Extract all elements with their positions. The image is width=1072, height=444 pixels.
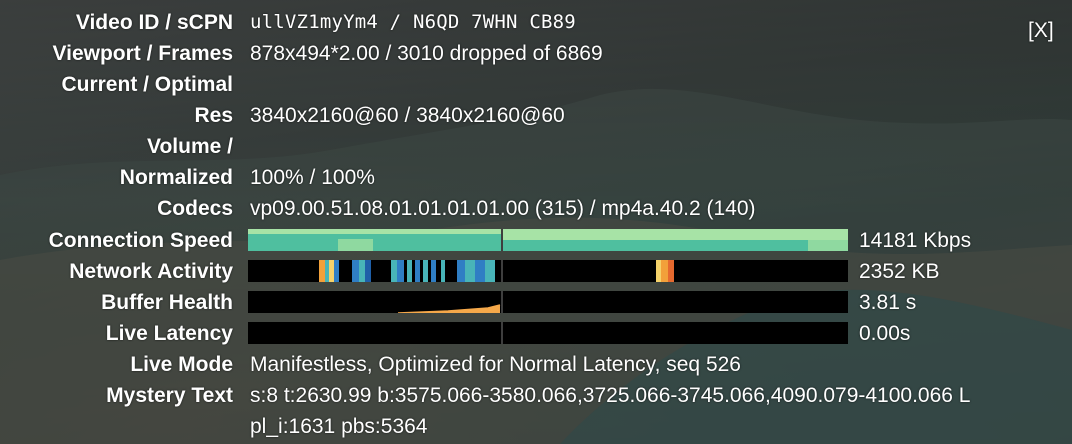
value-mystery-text-line1: s:8 t:2630.99 b:3575.066-3580.066,3725.0…	[250, 384, 971, 407]
row-network-activity: Network Activity 2352 KB	[0, 256, 1072, 287]
speed-bar-right-edge	[808, 240, 848, 251]
label-live-mode: Live Mode	[130, 353, 233, 376]
label-buffer-health: Buffer Health	[101, 291, 233, 314]
net-burst-9	[397, 260, 404, 282]
row-current-optimal: Current / Optimal	[0, 69, 1072, 100]
label-mystery-text: Mystery Text	[106, 384, 233, 407]
net-burst-10	[407, 260, 412, 282]
value-res: 3840x2160@60 / 3840x2160@60	[250, 104, 565, 127]
value-normalized: 100% / 100%	[250, 166, 375, 189]
net-burst-11	[415, 260, 420, 282]
net-burst-12	[423, 260, 428, 282]
row-connection-speed: Connection Speed 14181 Kbps	[0, 225, 1072, 256]
label-connection-speed: Connection Speed	[48, 229, 233, 252]
speed-bar-right-top	[503, 229, 848, 240]
stats-for-nerds-panel: [X] Video ID / sCPN ullVZ1myYm4 / N6QD 7…	[0, 0, 1072, 444]
buffer-health-curve	[397, 304, 501, 313]
label-volume: Volume /	[147, 135, 233, 158]
net-burst-20	[661, 260, 668, 282]
graph-divider	[501, 229, 503, 251]
row-mystery-text: Mystery Text s:8 t:2630.99 b:3575.066-35…	[0, 380, 1072, 411]
live-latency-graph	[248, 322, 848, 344]
row-viewport-frames: Viewport / Frames 878x494*2.00 / 3010 dr…	[0, 38, 1072, 69]
graph-divider	[501, 260, 503, 282]
value-buffer-health: 3.81 s	[859, 291, 917, 314]
graph-divider	[501, 322, 503, 344]
speed-bar-mid	[373, 234, 501, 251]
row-video-id: Video ID / sCPN ullVZ1myYm4 / N6QD 7WHN …	[0, 7, 1072, 38]
value-video-id[interactable]: ullVZ1myYm4 / N6QD 7WHN CB89	[250, 7, 576, 38]
row-live-latency: Live Latency 0.00s	[0, 318, 1072, 349]
value-live-latency: 0.00s	[859, 322, 911, 345]
connection-speed-graph	[248, 229, 848, 251]
value-mystery-text-line2: pl_i:1631 pbs:5364	[250, 415, 428, 438]
net-burst-4	[334, 260, 339, 282]
label-res: Res	[194, 104, 233, 127]
row-res: Res 3840x2160@60 / 3840x2160@60	[0, 100, 1072, 131]
label-video-id: Video ID / sCPN	[75, 11, 233, 34]
net-burst-17	[475, 260, 485, 282]
row-volume: Volume /	[0, 131, 1072, 162]
value-codecs: vp09.00.51.08.01.01.01.01.00 (315) / mp4…	[250, 197, 756, 220]
net-burst-15	[457, 260, 465, 282]
graph-divider	[501, 291, 503, 313]
net-burst-13	[431, 260, 436, 282]
label-network-activity: Network Activity	[69, 260, 233, 283]
label-current-optimal: Current / Optimal	[61, 73, 233, 96]
label-normalized: Normalized	[119, 166, 233, 189]
value-connection-speed: 14181 Kbps	[859, 229, 972, 252]
net-burst-5	[352, 260, 359, 282]
speed-bar-left-light	[338, 239, 373, 251]
net-burst-16	[465, 260, 475, 282]
net-burst-7	[365, 260, 371, 282]
row-live-mode: Live Mode Manifestless, Optimized for No…	[0, 349, 1072, 380]
value-live-mode: Manifestless, Optimized for Normal Laten…	[250, 353, 741, 376]
network-activity-graph	[248, 260, 848, 282]
label-viewport-frames: Viewport / Frames	[52, 42, 233, 65]
label-live-latency: Live Latency	[105, 322, 233, 345]
row-buffer-health: Buffer Health 3.81 s	[0, 287, 1072, 318]
row-normalized: Normalized 100% / 100%	[0, 162, 1072, 193]
net-burst-14	[441, 260, 445, 282]
value-viewport-frames: 878x494*2.00 / 3010 dropped of 6869	[250, 42, 603, 65]
buffer-health-graph	[248, 291, 848, 313]
label-codecs: Codecs	[157, 197, 233, 220]
net-burst-18	[485, 260, 495, 282]
row-codecs: Codecs vp09.00.51.08.01.01.01.01.00 (315…	[0, 193, 1072, 224]
value-network-activity: 2352 KB	[859, 260, 940, 283]
net-burst-21	[668, 260, 674, 282]
